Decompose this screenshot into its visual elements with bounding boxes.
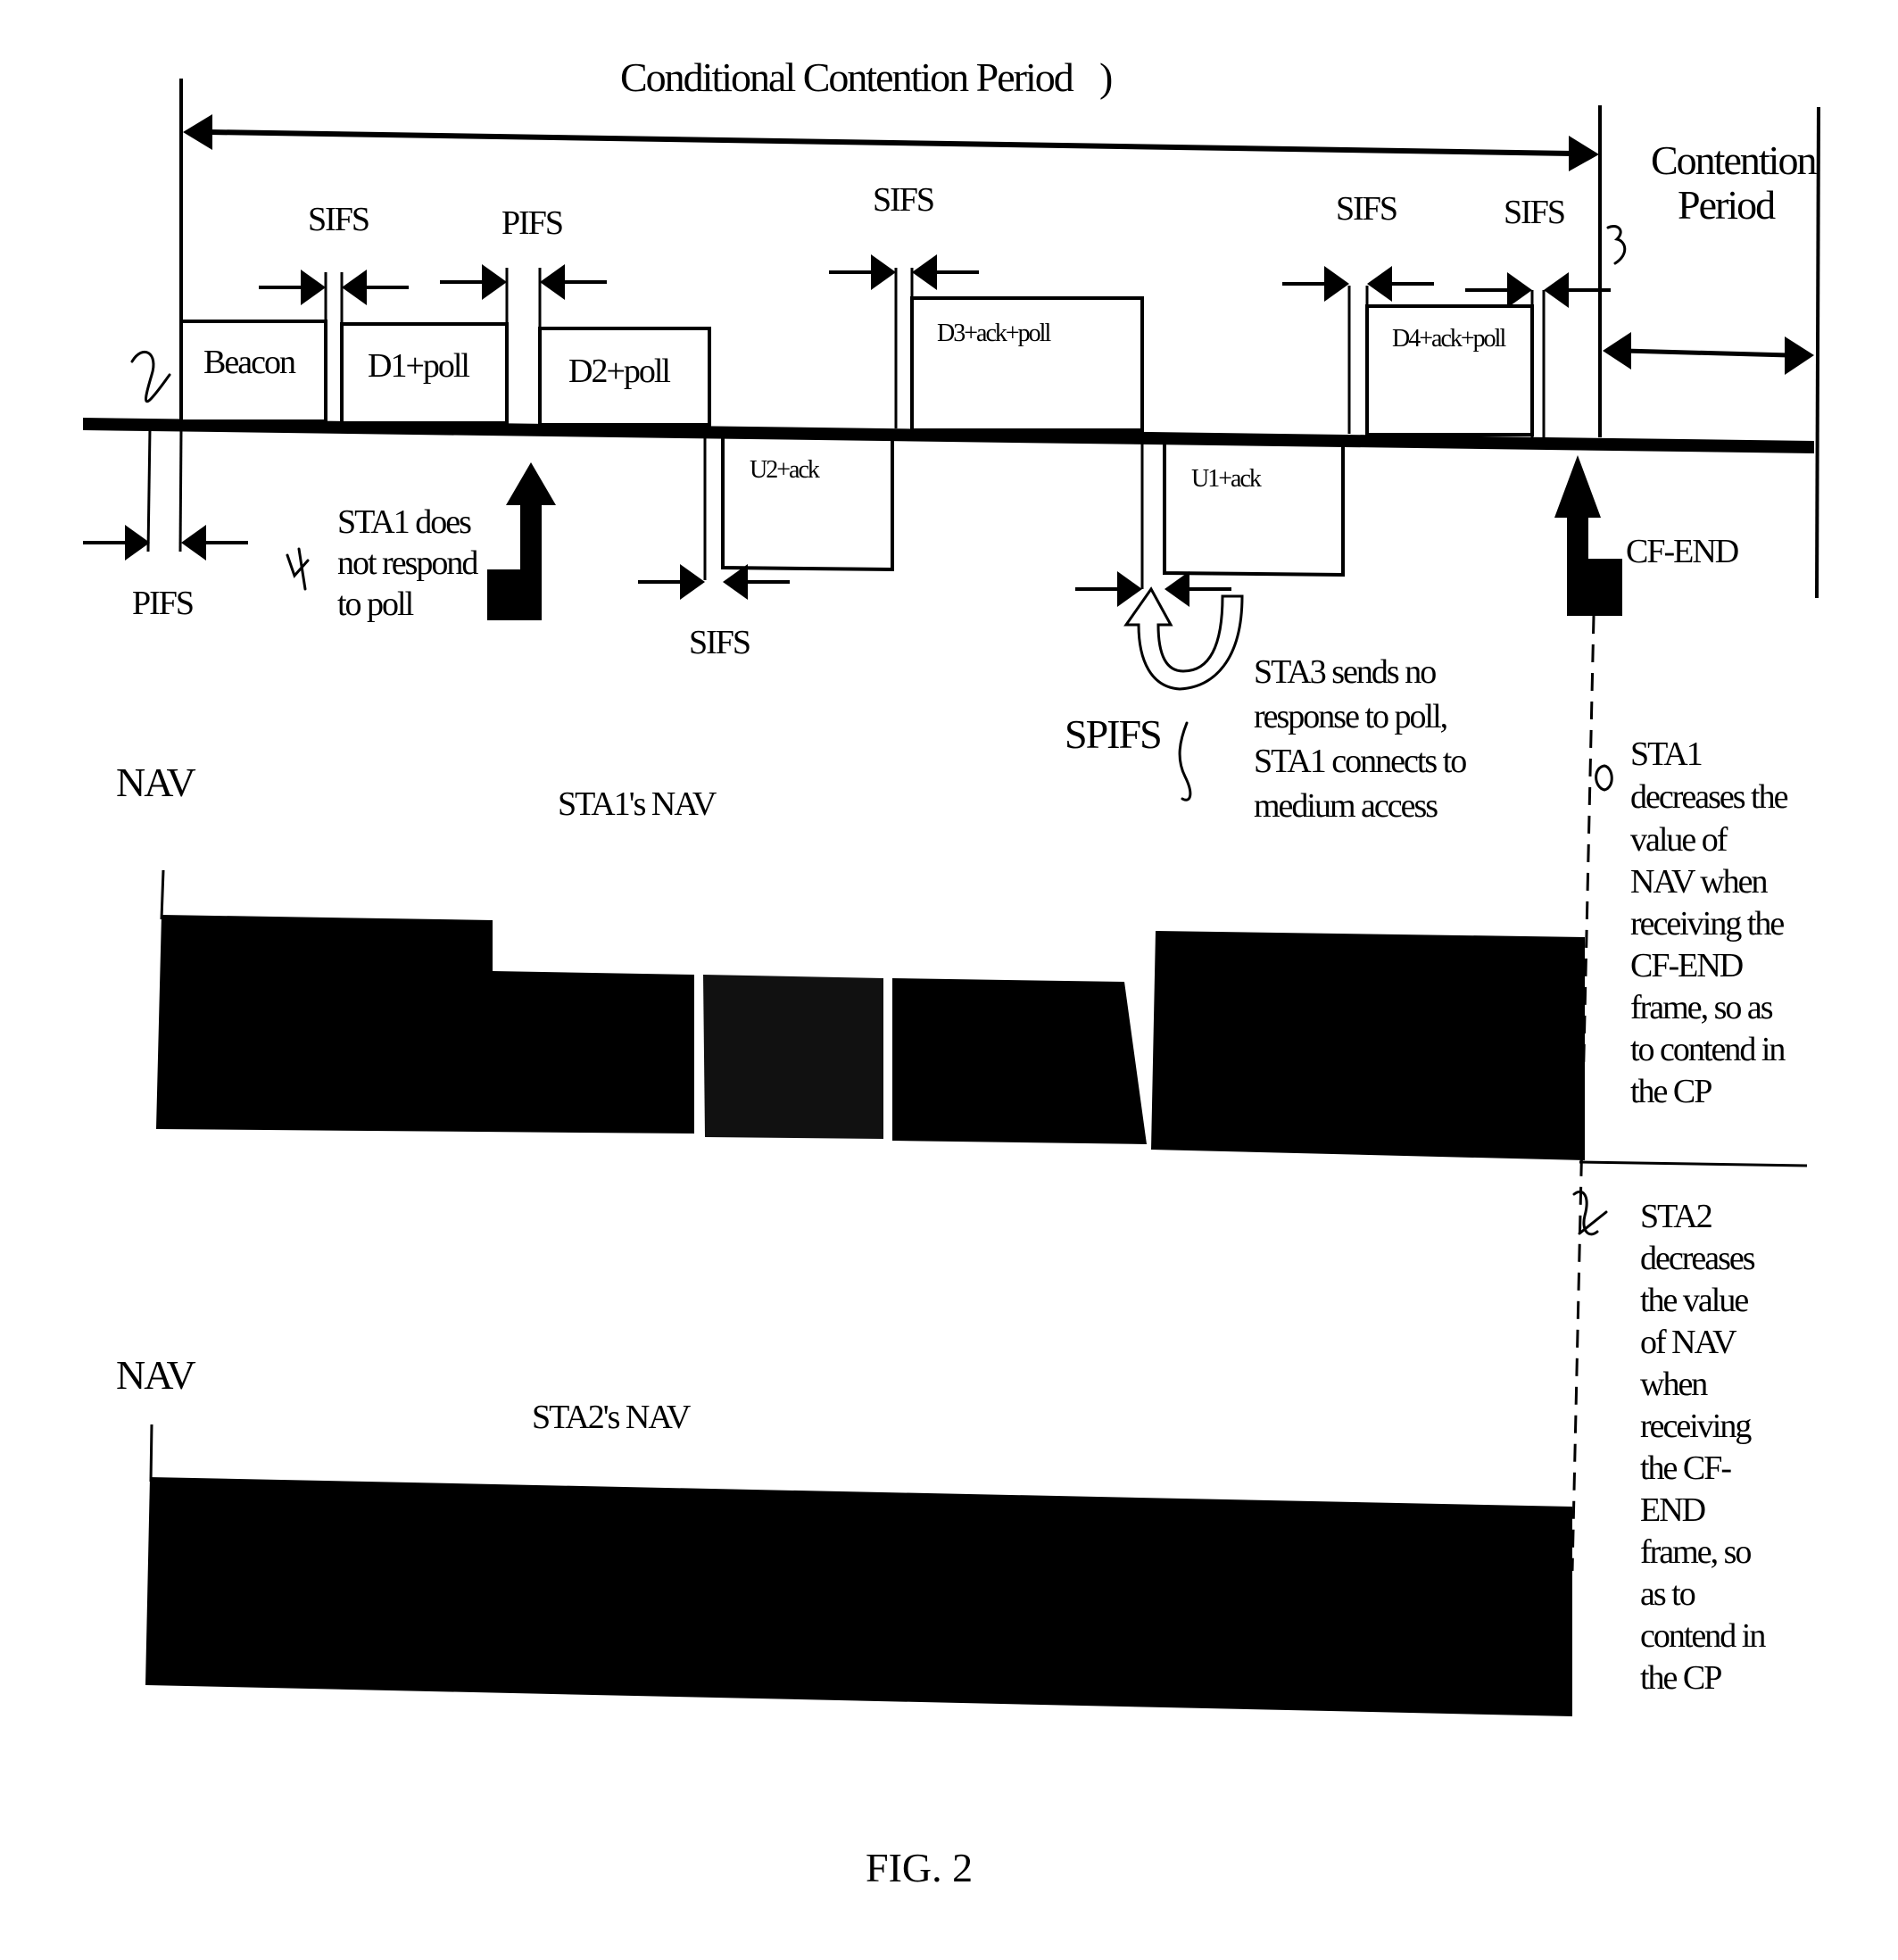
mark-4 (286, 547, 310, 591)
loop-arrow-icon (1123, 586, 1244, 691)
frame-d2-poll: D2+poll (538, 327, 711, 427)
contention-period-label-2: Period (1678, 182, 1776, 228)
svg-text:medium access: medium access (1254, 787, 1438, 825)
frame-beacon-label: Beacon (203, 344, 296, 381)
frame-u1-label: U1+ack (1191, 465, 1262, 493)
svg-text:NAV when: NAV when (1630, 863, 1769, 901)
svg-text:the CF-: the CF- (1640, 1449, 1731, 1487)
frame-d1-poll: D1+poll (340, 322, 509, 425)
sta1-nav-block-1 (156, 915, 694, 1134)
title: Conditional Contention Period (620, 54, 1074, 100)
svg-text:frame, so as: frame, so as (1630, 989, 1773, 1026)
cp-double-arrow (1603, 332, 1814, 375)
svg-text:value of: value of (1630, 821, 1728, 859)
mark-6 (1595, 764, 1613, 792)
frame-u2-ack: U2+ack (721, 432, 894, 572)
mark-3 (1606, 225, 1627, 265)
svg-text:END: END (1640, 1491, 1705, 1529)
frame-d2-label: D2+poll (568, 353, 670, 390)
svg-text:receiving: receiving (1640, 1408, 1752, 1445)
pifs-top-label: PIFS (501, 204, 562, 242)
sifs-top-mid-interval-arrows (829, 254, 979, 290)
nav-axis-2 (149, 1424, 153, 1482)
title-suffix: ) (1099, 54, 1112, 100)
contention-period-label-1: Contention (1651, 137, 1817, 183)
sta1-nav-block-2 (703, 975, 883, 1139)
svg-text:when: when (1640, 1366, 1708, 1403)
frame-d1-label: D1+poll (368, 347, 469, 385)
sta2-decrease-text: STA2 decreases the value of NAV when rec… (1640, 1198, 1768, 1697)
svg-text:decreases the: decreases the (1630, 778, 1788, 816)
frame-d4-label: D4+ack+poll (1392, 325, 1506, 353)
mark-5 (1178, 721, 1192, 801)
svg-text:CF-END: CF-END (1630, 947, 1743, 984)
sta2-nav-block (145, 1477, 1572, 1716)
mark-2 (130, 350, 171, 403)
poll-no-response-arrow-icon (487, 462, 556, 620)
sta3-no-response-text: STA3 sends no response to poll, STA1 con… (1254, 653, 1468, 825)
sta1-nav-title: STA1's NAV (558, 785, 717, 823)
sta1-no-response-text: STA1 does not respond to poll (337, 503, 480, 623)
svg-text:as to: as to (1640, 1575, 1695, 1613)
pifs-top-interval-arrows (440, 264, 607, 300)
frame-u1-ack: U1+ack (1163, 437, 1345, 577)
svg-text:to contend in: to contend in (1630, 1031, 1786, 1068)
sifs-right-1-interval-arrows (1282, 266, 1434, 302)
frame-d3-ack-poll: D3+ack+poll (910, 296, 1144, 432)
svg-text:frame, so: frame, so (1640, 1533, 1751, 1571)
frame-u2-label: U2+ack (750, 456, 820, 484)
figure-caption: FIG. 2 (866, 1845, 973, 1890)
ccp-double-arrow (183, 114, 1599, 171)
sifs-right-2-label: SIFS (1504, 194, 1564, 231)
sta1-nav-block-4 (1151, 931, 1585, 1160)
nav-axis-label-1: NAV (116, 760, 196, 805)
svg-text:the CP: the CP (1640, 1659, 1721, 1697)
sifs-right-1-label: SIFS (1336, 190, 1397, 228)
svg-text:contend in: contend in (1640, 1617, 1766, 1655)
svg-text:STA1 does: STA1 does (337, 503, 471, 541)
pifs-left-label: PIFS (132, 585, 193, 622)
svg-text:receiving the: receiving the (1630, 905, 1784, 943)
nav-axis-1 (160, 869, 165, 920)
sifs-right-2-interval-arrows (1465, 272, 1611, 308)
cf-end-arrow-icon (1554, 455, 1622, 616)
frame-d3-label: D3+ack+poll (937, 320, 1051, 347)
svg-text:to poll: to poll (337, 586, 414, 623)
svg-text:STA2: STA2 (1640, 1198, 1712, 1235)
frame-beacon: Beacon (179, 320, 327, 423)
frame-d4-ack-poll: D4+ack+poll (1365, 304, 1534, 436)
svg-text:not respond: not respond (337, 544, 478, 582)
nav-axis-label-2: NAV (116, 1352, 196, 1398)
sifs-1-interval-arrows (259, 270, 409, 305)
svg-text:the value: the value (1640, 1282, 1748, 1319)
sifs-top-mid-label: SIFS (873, 181, 933, 219)
sifs-1-label: SIFS (308, 201, 369, 238)
pifs-left-interval-arrows (83, 525, 248, 561)
svg-text:STA1 connects to: STA1 connects to (1254, 743, 1466, 780)
cf-end-label: CF-END (1626, 533, 1738, 570)
sta2-nav-title: STA2's NAV (532, 1399, 692, 1436)
svg-text:STA1: STA1 (1630, 735, 1702, 773)
svg-text:STA3 sends no: STA3 sends no (1254, 653, 1436, 691)
svg-text:the CP: the CP (1630, 1073, 1712, 1110)
sta1-nav-block-3 (892, 978, 1147, 1144)
timing-diagram: Conditional Contention Period ) Contenti… (83, 54, 1820, 1890)
svg-text:decreases: decreases (1640, 1240, 1755, 1277)
nav-separator (1579, 1160, 1808, 1167)
spifs-label: SPIFS (1065, 711, 1161, 757)
svg-text:of NAV: of NAV (1640, 1324, 1737, 1361)
sifs-bottom-label: SIFS (689, 624, 750, 661)
cp-end-boundary (1815, 106, 1820, 599)
sta1-decrease-text: STA1 decreases the value of NAV when rec… (1630, 735, 1790, 1110)
svg-text:response to poll,: response to poll, (1254, 698, 1447, 735)
